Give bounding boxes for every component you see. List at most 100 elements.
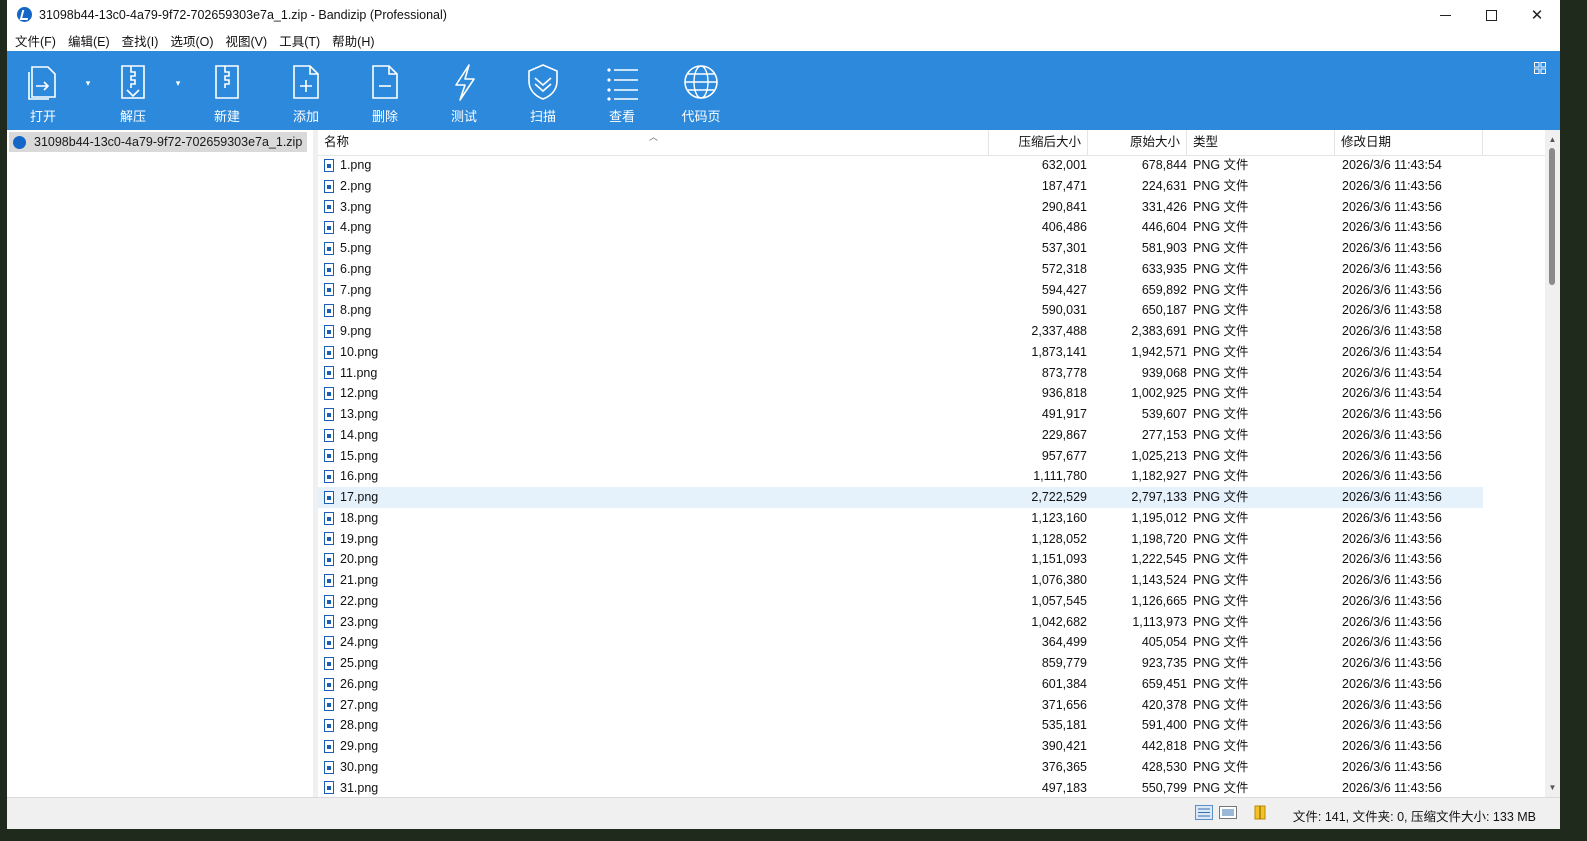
table-row[interactable]: 24.png 364,499 405,054 PNG 文件 2026/3/6 11:43… <box>318 632 1483 653</box>
status-bar: 文件: 141, 文件夹: 0, 压缩文件大小: 133 MB <box>7 797 1560 829</box>
file-name: 20.png <box>340 552 379 567</box>
cell-name: 7.png <box>324 280 984 301</box>
layout-toggle-icon[interactable] <box>1534 62 1546 74</box>
menu-edit[interactable]: 编辑(E) <box>63 31 117 50</box>
table-row[interactable]: 8.png 590,031 650,187 PNG 文件 2026/3/6 11:43:… <box>318 300 1483 321</box>
open-button[interactable]: 打开 <box>7 51 79 130</box>
window-title: 31098b44-13c0-4a79-9f72-702659303e7a_1.z… <box>39 8 447 22</box>
delete-button[interactable]: 删除 <box>349 51 421 130</box>
close-button[interactable]: ✕ <box>1514 0 1560 30</box>
cell-packed: 390,421 <box>1041 739 1087 753</box>
menu-help[interactable]: 帮助(H) <box>327 31 381 50</box>
table-row[interactable]: 11.png 873,778 939,068 PNG 文件 2026/3/6 11:43… <box>318 363 1483 384</box>
table-row[interactable]: 28.png 535,181 591,400 PNG 文件 2026/3/6 11:43… <box>318 715 1483 736</box>
table-row[interactable]: 27.png 371,656 420,378 PNG 文件 2026/3/6 11:43… <box>318 695 1483 716</box>
cell-type: PNG 文件 <box>1193 427 1249 442</box>
list-header: 名称 压缩后大小 原始大小 类型 修改日期 ︿ <box>318 130 1545 156</box>
table-row[interactable]: 12.png 936,818 1,002,925 PNG 文件 2026/3/6 11:… <box>318 383 1483 404</box>
table-row[interactable]: 2.png 187,471 224,631 PNG 文件 2026/3/6 11:43:… <box>318 176 1483 197</box>
table-row[interactable]: 31.png 497,183 550,799 PNG 文件 2026/3/6 11:43… <box>318 778 1483 798</box>
table-row[interactable]: 4.png 406,486 446,604 PNG 文件 2026/3/6 11:43:… <box>318 217 1483 238</box>
minimize-button[interactable] <box>1422 0 1468 30</box>
cell-modified: 2026/3/6 11:43:54 <box>1342 386 1442 401</box>
bandizip-logo-icon <box>17 7 32 22</box>
table-row[interactable]: 10.png 1,873,141 1,942,571 PNG 文件 2026/3/6 1… <box>318 342 1483 363</box>
vertical-scrollbar[interactable]: ▲ ▼ <box>1545 130 1560 797</box>
menu-view[interactable]: 视图(V) <box>221 31 275 50</box>
table-row[interactable]: 23.png 1,042,682 1,113,973 PNG 文件 2026/3/6 1… <box>318 612 1483 633</box>
cell-name: 6.png <box>324 259 984 280</box>
table-row[interactable]: 21.png 1,076,380 1,143,524 PNG 文件 2026/3/6 1… <box>318 570 1483 591</box>
maximize-button[interactable] <box>1468 0 1514 30</box>
details-view-icon[interactable] <box>1195 805 1213 820</box>
table-row[interactable]: 1.png 632,001 678,844 PNG 文件 2026/3/6 11:43:… <box>318 155 1483 176</box>
test-button[interactable]: 测试 <box>428 51 500 130</box>
list-view-icon[interactable] <box>1219 805 1237 820</box>
cell-packed: 1,111,780 <box>1033 469 1087 484</box>
file-name: 19.png <box>340 531 379 546</box>
archive-info-icon[interactable] <box>1251 805 1269 820</box>
extract-dropdown-chevron-icon[interactable]: ▾ <box>173 78 183 88</box>
scroll-down-icon[interactable]: ▼ <box>1545 780 1560 795</box>
new-archive-button[interactable]: 新建 <box>191 51 263 130</box>
png-file-icon <box>324 760 334 774</box>
cell-name: 16.png <box>324 466 984 487</box>
menu-find[interactable]: 查找(I) <box>117 31 166 50</box>
cell-size: 939,068 <box>1141 365 1187 380</box>
column-header-packed[interactable]: 压缩后大小 <box>989 130 1088 155</box>
table-row[interactable]: 13.png 491,917 539,607 PNG 文件 2026/3/6 11:43… <box>318 404 1483 425</box>
tree-item-archive[interactable]: 31098b44-13c0-4a79-9f72-702659303e7a_1.z… <box>9 132 307 152</box>
cell-size: 446,604 <box>1141 220 1187 235</box>
table-row[interactable]: 5.png 537,301 581,903 PNG 文件 2026/3/6 11:43:… <box>318 238 1483 259</box>
table-row[interactable]: 25.png 859,779 923,735 PNG 文件 2026/3/6 11:43… <box>318 653 1483 674</box>
scrollbar-thumb[interactable] <box>1549 148 1555 285</box>
table-row[interactable]: 9.png 2,337,488 2,383,691 PNG 文件 2026/3/6 11… <box>318 321 1483 342</box>
delete-icon <box>372 65 398 99</box>
table-row[interactable]: 6.png 572,318 633,935 PNG 文件 2026/3/6 11:43:… <box>318 259 1483 280</box>
view-button[interactable]: 查看 <box>586 51 658 130</box>
table-row[interactable]: 18.png 1,123,160 1,195,012 PNG 文件 2026/3/6 1… <box>318 508 1483 529</box>
cell-packed: 1,057,545 <box>1031 593 1087 608</box>
extract-button[interactable]: 解压 <box>97 51 169 130</box>
menu-options[interactable]: 选项(O) <box>165 31 220 50</box>
cell-modified: 2026/3/6 11:43:56 <box>1342 718 1442 733</box>
cell-packed: 936,818 <box>1041 386 1087 401</box>
cell-modified: 2026/3/6 11:43:54 <box>1342 365 1442 380</box>
cell-name: 3.png <box>324 197 984 218</box>
cell-size: 420,378 <box>1141 697 1187 712</box>
table-row[interactable]: 15.png 957,677 1,025,213 PNG 文件 2026/3/6 11:… <box>318 446 1483 467</box>
open-dropdown-chevron-icon[interactable]: ▾ <box>83 78 93 88</box>
table-row[interactable]: 20.png 1,151,093 1,222,545 PNG 文件 2026/3/6 1… <box>318 549 1483 570</box>
table-row[interactable]: 17.png 2,722,529 2,797,133 PNG 文件 2026/3/6 1… <box>318 487 1483 508</box>
cell-modified: 2026/3/6 11:43:56 <box>1342 178 1442 193</box>
table-row[interactable]: 22.png 1,057,545 1,126,665 PNG 文件 2026/3/6 1… <box>318 591 1483 612</box>
file-name: 13.png <box>340 407 379 421</box>
table-row[interactable]: 3.png 290,841 331,426 PNG 文件 2026/3/6 11:43:… <box>318 197 1483 218</box>
codepage-button[interactable]: 代码页 <box>665 51 737 130</box>
cell-type: PNG 文件 <box>1193 573 1249 587</box>
file-name: 22.png <box>340 593 379 608</box>
cell-type: PNG 文件 <box>1193 676 1249 691</box>
file-name: 18.png <box>340 510 379 525</box>
table-row[interactable]: 16.png 1,111,780 1,182,927 PNG 文件 2026/3/6 1… <box>318 466 1483 487</box>
table-row[interactable]: 19.png 1,128,052 1,198,720 PNG 文件 2026/3/6 1… <box>318 529 1483 550</box>
table-row[interactable]: 30.png 376,365 428,530 PNG 文件 2026/3/6 11:43… <box>318 757 1483 778</box>
menu-file[interactable]: 文件(F) <box>10 31 63 50</box>
column-header-size[interactable]: 原始大小 <box>1088 130 1187 155</box>
file-name: 7.png <box>340 282 372 297</box>
table-row[interactable]: 26.png 601,384 659,451 PNG 文件 2026/3/6 11:43… <box>318 674 1483 695</box>
column-header-modified[interactable]: 修改日期 <box>1335 130 1483 155</box>
table-row[interactable]: 14.png 229,867 277,153 PNG 文件 2026/3/6 11:43… <box>318 425 1483 446</box>
column-header-type[interactable]: 类型 <box>1187 130 1335 155</box>
scroll-up-icon[interactable]: ▲ <box>1545 132 1560 147</box>
png-file-icon <box>324 470 334 484</box>
cell-name: 27.png <box>324 695 984 716</box>
png-file-icon <box>324 200 334 214</box>
table-row[interactable]: 7.png 594,427 659,892 PNG 文件 2026/3/6 11:43:… <box>318 280 1483 301</box>
menu-tools[interactable]: 工具(T) <box>274 31 327 50</box>
cell-name: 1.png <box>324 155 984 176</box>
add-button[interactable]: 添加 <box>270 51 342 130</box>
table-row[interactable]: 29.png 390,421 442,818 PNG 文件 2026/3/6 11:43… <box>318 736 1483 757</box>
scan-button[interactable]: 扫描 <box>507 51 579 130</box>
scan-icon <box>528 64 558 100</box>
